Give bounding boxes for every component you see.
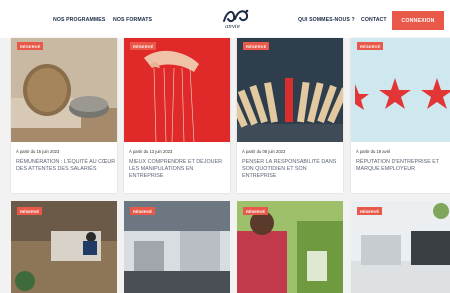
program-card[interactable]: RÉSERVÉ À partir du 13 juin 2023 MIEUX C… [124,38,230,193]
program-card[interactable]: RÉSERVÉ [351,201,450,293]
program-card[interactable]: RÉSERVÉ À partir du 15 juin 2023 RÉMUNÉR… [11,38,117,193]
card-title[interactable]: RÉMUNÉRATION : L'ÉQUITÉ AU CŒUR DES ATTE… [16,159,116,173]
program-card[interactable]: RÉSERVÉ À partir du 19 avril RÉPUTATION … [351,38,450,193]
connexion-button[interactable]: CONNEXION [392,11,444,30]
reserved-badge: RÉSERVÉ [17,42,44,50]
nav-about-link[interactable]: QUI SOMMES-NOUS ? [298,17,355,23]
reserved-badge: RÉSERVÉ [243,207,269,215]
card-date: À partir du 19 avril [356,149,390,154]
program-card[interactable]: RÉSERVÉ [237,201,343,293]
reserved-badge: RÉSERVÉ [357,207,383,215]
card-image-dominoes [237,38,343,142]
reserved-badge: RÉSERVÉ [130,207,156,215]
site-header: NOS PROGRAMMES NOS FORMATS anvie QUI SOM… [0,0,450,38]
card-title[interactable]: RÉPUTATION D'ENTREPRISE ET MARQUE EMPLOY… [356,159,450,173]
logo-text: anvie [225,24,240,30]
nav-formats-link[interactable]: NOS FORMATS [113,17,152,23]
program-card[interactable]: RÉSERVÉ À partir du 08 juin 2023 PENSER … [237,38,343,193]
program-card[interactable]: RÉSERVÉ [124,201,230,293]
card-date: À partir du 15 juin 2023 [16,149,60,154]
nav-contact-link[interactable]: CONTACT [361,17,387,23]
anvie-logo[interactable]: anvie [221,7,251,33]
card-date: À partir du 08 juin 2023 [242,149,286,154]
reserved-badge: RÉSERVÉ [243,42,270,50]
card-date: À partir du 13 juin 2023 [129,149,173,154]
card-image-stars [351,38,450,142]
nav-programmes-link[interactable]: NOS PROGRAMMES [53,17,105,23]
program-card[interactable]: RÉSERVÉ [11,201,117,293]
card-title[interactable]: PENSER LA RESPONSABILITÉ DANS SON QUOTID… [242,159,342,180]
reserved-badge: RÉSERVÉ [130,42,157,50]
reserved-badge: RÉSERVÉ [17,207,43,215]
reserved-badge: RÉSERVÉ [357,42,384,50]
card-title[interactable]: MIEUX COMPRENDRE ET DÉJOUER LES MANIPULA… [129,159,229,180]
card-image-puppet [124,38,230,142]
card-image-coins [11,38,117,142]
